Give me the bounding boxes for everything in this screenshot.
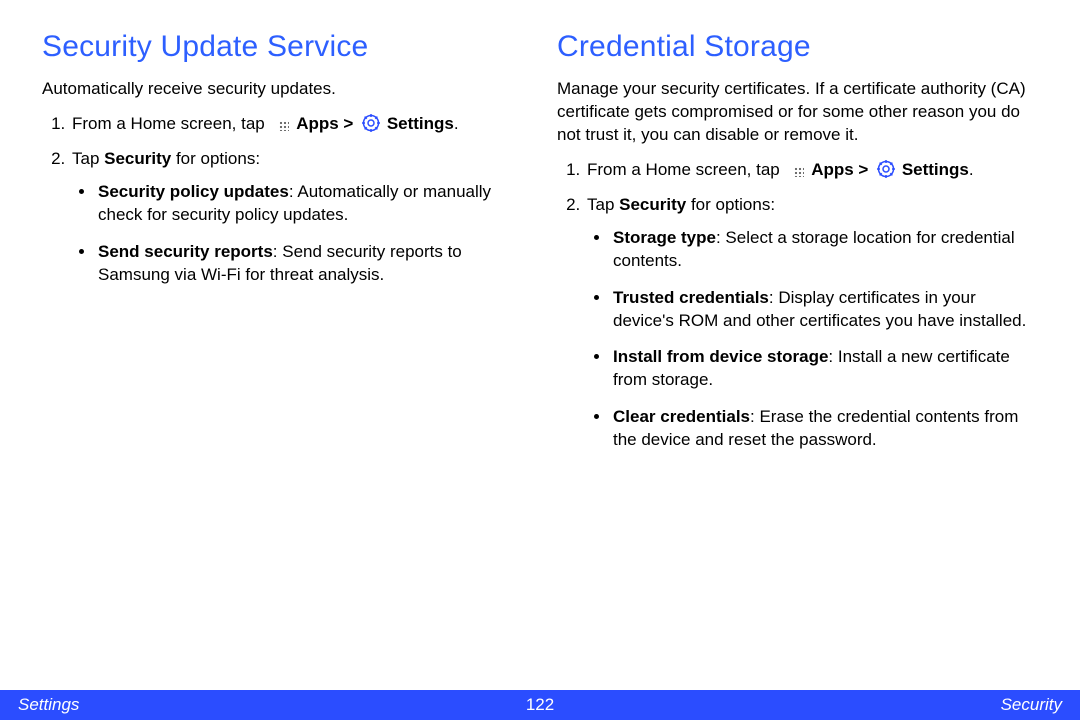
intro-left: Automatically receive security updates. [42, 78, 523, 101]
footer-right: Security [1001, 695, 1062, 715]
right-column: Credential Storage Manage your security … [557, 30, 1038, 466]
left-column: Security Update Service Automatically re… [42, 30, 523, 466]
settings-gear-icon [877, 160, 895, 178]
bullet-security-policy: Security policy updates: Automatically o… [96, 181, 523, 227]
heading-security-update: Security Update Service [42, 30, 523, 64]
apps-label: Apps [811, 160, 854, 179]
bullet-title: Trusted credentials [613, 288, 769, 307]
step-2-left: Tap Security for options: Security polic… [70, 148, 523, 287]
apps-grid-icon [271, 113, 289, 131]
step2-post: for options: [171, 149, 260, 168]
settings-label: Settings [902, 160, 969, 179]
steps-right: From a Home screen, tap Apps > Settings.… [557, 159, 1038, 452]
intro-right: Manage your security certificates. If a … [557, 78, 1038, 147]
step2-pre: Tap [587, 195, 619, 214]
bullet-send-reports: Send security reports: Send security rep… [96, 241, 523, 287]
bullet-title: Security policy updates [98, 182, 289, 201]
bullet-clear-credentials: Clear credentials: Erase the credential … [611, 406, 1038, 452]
gt-sep: > [339, 114, 358, 133]
step-1-right: From a Home screen, tap Apps > Settings. [585, 159, 1038, 182]
bullets-right: Storage type: Select a storage location … [587, 227, 1038, 453]
step2-pre: Tap [72, 149, 104, 168]
step-1-left: From a Home screen, tap Apps > Settings. [70, 113, 523, 136]
step1-post: . [454, 114, 459, 133]
bullet-install-from-storage: Install from device storage: Install a n… [611, 346, 1038, 392]
step-2-right: Tap Security for options: Storage type: … [585, 194, 1038, 452]
footer-left: Settings [18, 695, 79, 715]
step1-post: . [969, 160, 974, 179]
step2-bold: Security [619, 195, 686, 214]
manual-page: Security Update Service Automatically re… [0, 0, 1080, 720]
page-footer: Settings 122 Security [0, 690, 1080, 720]
bullets-left: Security policy updates: Automatically o… [72, 181, 523, 287]
gt-sep: > [854, 160, 873, 179]
step1-pre: From a Home screen, tap [72, 114, 269, 133]
step2-bold: Security [104, 149, 171, 168]
content-columns: Security Update Service Automatically re… [0, 0, 1080, 466]
heading-credential-storage: Credential Storage [557, 30, 1038, 64]
footer-page-number: 122 [526, 695, 554, 715]
bullet-storage-type: Storage type: Select a storage location … [611, 227, 1038, 273]
apps-grid-icon [786, 159, 804, 177]
settings-gear-icon [362, 114, 380, 132]
step2-post: for options: [686, 195, 775, 214]
bullet-title: Send security reports [98, 242, 273, 261]
steps-left: From a Home screen, tap Apps > Settings.… [42, 113, 523, 287]
apps-label: Apps [296, 114, 339, 133]
bullet-title: Storage type [613, 228, 716, 247]
settings-label: Settings [387, 114, 454, 133]
step1-pre: From a Home screen, tap [587, 160, 784, 179]
bullet-title: Install from device storage [613, 347, 828, 366]
bullet-trusted-credentials: Trusted credentials: Display certificate… [611, 287, 1038, 333]
bullet-title: Clear credentials [613, 407, 750, 426]
